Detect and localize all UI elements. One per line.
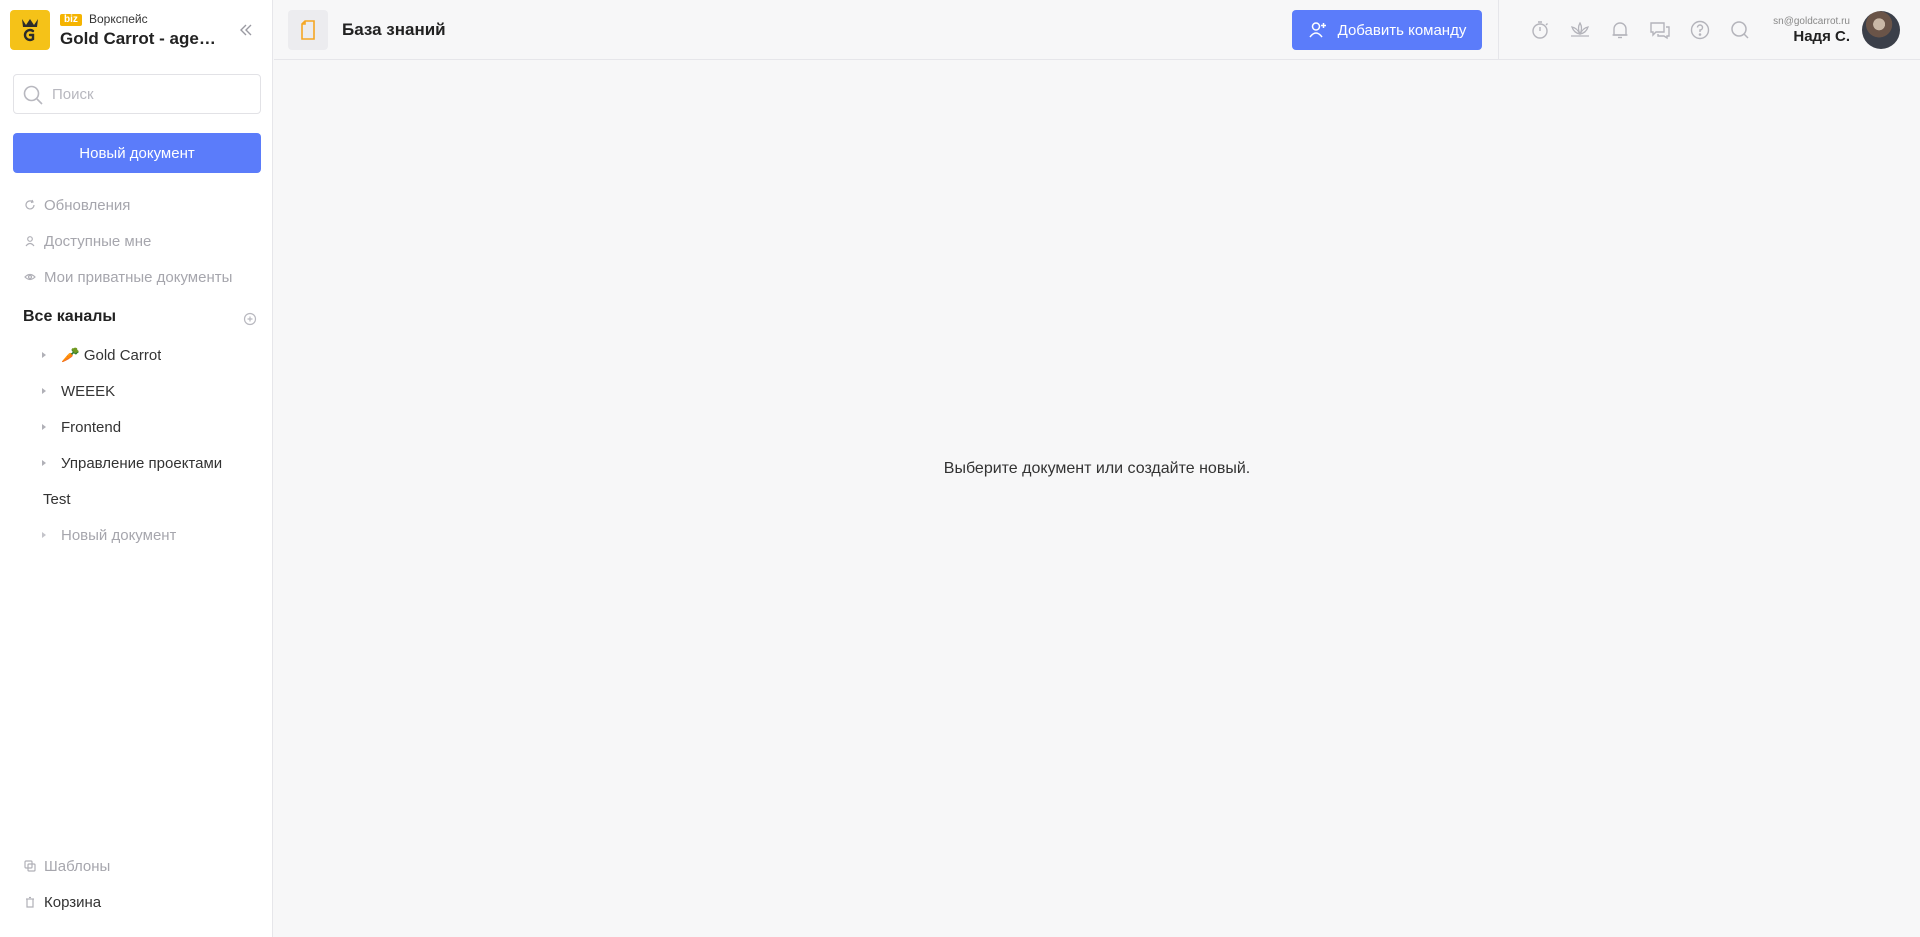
user-email: sn@goldcarrot.ru [1773,16,1850,27]
channel-frontend[interactable]: Frontend [41,415,266,439]
channel-gold-carrot[interactable]: 🥕 Gold Carrot [41,343,266,367]
templates-icon [24,860,36,872]
channel-weeek[interactable]: WEEEK [41,379,266,403]
sidebar-item-label: Корзина [44,893,102,911]
collapse-sidebar-icon[interactable] [236,20,256,40]
workspace-label: Воркспейс [89,12,148,26]
document-new[interactable]: Новый документ [41,523,266,547]
avatar[interactable] [1862,11,1900,49]
empty-state-message: Выберите документ или создайте новый. [943,460,1251,477]
add-channel-icon[interactable] [243,312,257,326]
channel-label: Test [43,490,71,508]
meditation-icon[interactable] [1568,18,1592,42]
sidebar-item-label: Шаблоны [44,857,111,875]
channel-label: WEEEK [61,382,116,400]
document-label: Новый документ [61,526,177,544]
channel-project-management[interactable]: Управление проектами [41,451,266,475]
sidebar-item-updates[interactable]: Обновления [24,193,130,217]
sidebar-item-templates[interactable]: Шаблоны [24,854,110,878]
sidebar-item-trash[interactable]: Корзина [24,890,101,914]
page-title: База знаний [342,20,446,39]
sidebar: biz Воркспейс Gold Carrot - agency Новый… [0,0,273,937]
add-team-label: Добавить команду [1337,21,1467,39]
topbar: База знаний Добавить команду sn@goldcarr… [274,0,1920,60]
help-icon[interactable] [1688,18,1712,42]
sidebar-item-shared[interactable]: Доступные мне [24,229,151,253]
channel-label: Frontend [61,418,122,436]
channel-test[interactable]: Test [43,487,71,511]
caret-right-icon[interactable] [41,531,61,539]
workspace-plan-badge: biz [60,14,82,26]
search-icon [22,84,44,111]
new-document-button[interactable]: Новый документ [13,133,261,173]
caret-right-icon[interactable] [41,423,61,431]
user-icon [25,236,35,247]
timer-icon[interactable] [1528,18,1552,42]
eye-icon [24,273,36,281]
channels-title: Все каналы [23,308,117,325]
search-input[interactable] [52,75,252,113]
workspace-name[interactable]: Gold Carrot - agency [60,29,220,49]
topbar-divider [1498,0,1499,60]
chat-icon[interactable] [1648,18,1672,42]
trash-icon [26,896,34,908]
user-name[interactable]: Надя С. [1793,28,1850,45]
knowledge-base-icon [288,10,328,50]
workspace-logo-icon [10,10,50,50]
sidebar-item-private[interactable]: Мои приватные документы [24,265,232,289]
search-icon[interactable] [1728,18,1752,42]
channel-label: 🥕 Gold Carrot [61,347,162,364]
caret-right-icon[interactable] [41,351,61,359]
add-user-icon [1309,22,1326,38]
bell-icon[interactable] [1608,18,1632,42]
refresh-icon [25,199,35,210]
sidebar-search[interactable] [13,74,261,114]
sidebar-item-label: Доступные мне [44,232,152,250]
channel-label: Управление проектами [61,454,223,472]
add-team-button[interactable]: Добавить команду [1292,10,1482,50]
caret-right-icon[interactable] [41,387,61,395]
sidebar-item-label: Мои приватные документы [44,268,233,286]
sidebar-item-label: Обновления [44,196,131,214]
workspace-header[interactable]: biz Воркспейс Gold Carrot - agency [0,0,273,60]
caret-right-icon[interactable] [41,459,61,467]
